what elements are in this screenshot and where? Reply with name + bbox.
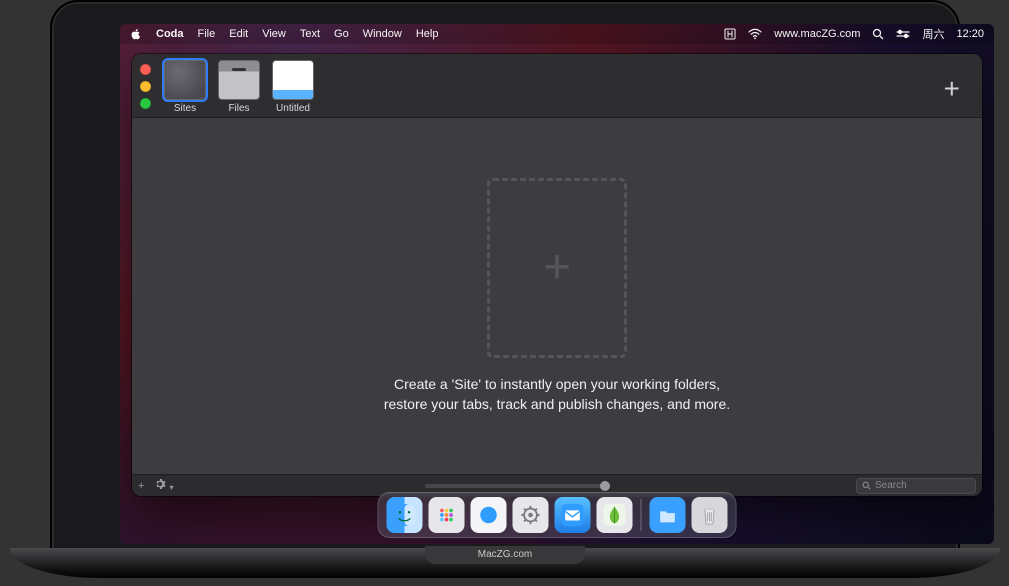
menu-edit[interactable]: Edit xyxy=(229,28,248,40)
tab-label: Sites xyxy=(174,103,196,114)
dock-separator xyxy=(641,499,642,531)
tab-doc-thumb: HTML xyxy=(272,60,314,100)
laptop-branding: MacZG.com xyxy=(425,546,585,564)
tab-sites[interactable]: Sites xyxy=(161,60,209,114)
hint-line: restore your tabs, track and publish cha… xyxy=(384,394,730,414)
screen: Coda File Edit View Text Go Window Help … xyxy=(120,24,994,544)
apple-menu-icon[interactable] xyxy=(130,28,142,40)
statusbar-add-button[interactable]: + xyxy=(138,480,144,492)
menu-file[interactable]: File xyxy=(198,28,216,40)
tab-files[interactable]: Files xyxy=(215,60,263,114)
dock-app-downloads[interactable] xyxy=(650,497,686,533)
window-close-button[interactable] xyxy=(140,64,151,75)
tab-label: Files xyxy=(228,103,249,114)
wifi-icon[interactable] xyxy=(748,28,762,40)
statusbar-settings-button[interactable]: ▾ xyxy=(154,478,173,493)
menu-help[interactable]: Help xyxy=(416,28,439,40)
toolbar: Sites Files HTML Untitled + xyxy=(132,54,982,118)
control-center-icon[interactable] xyxy=(896,29,910,39)
plus-icon: + xyxy=(944,73,960,104)
window-minimize-button[interactable] xyxy=(140,81,151,92)
laptop-frame: Coda File Edit View Text Go Window Help … xyxy=(50,0,960,555)
tab-sites-thumb xyxy=(164,60,206,100)
laptop-base: MacZG.com xyxy=(10,548,1000,578)
input-source-icon[interactable] xyxy=(724,28,736,40)
tab-bar: Sites Files HTML Untitled xyxy=(161,60,317,114)
dock-app-safari[interactable] xyxy=(471,497,507,533)
menu-text[interactable]: Text xyxy=(300,28,320,40)
menubar-app-name[interactable]: Coda xyxy=(156,28,184,40)
dock-app-coda[interactable] xyxy=(597,497,633,533)
content-area: + Create a 'Site' to instantly open your… xyxy=(132,118,982,474)
menu-view[interactable]: View xyxy=(262,28,286,40)
menubar-url[interactable]: www.macZG.com xyxy=(774,28,860,40)
spotlight-icon[interactable] xyxy=(872,28,884,40)
tab-label: Untitled xyxy=(276,103,310,114)
hint-line: Create a 'Site' to instantly open your w… xyxy=(384,374,730,394)
app-window: Sites Files HTML Untitled + xyxy=(132,54,982,496)
menu-window[interactable]: Window xyxy=(363,28,402,40)
menubar-day[interactable]: 周六 xyxy=(922,26,944,42)
tab-doc-badge: HTML xyxy=(273,90,313,99)
menubar-time[interactable]: 12:20 xyxy=(956,28,984,40)
add-site-button[interactable]: + xyxy=(930,73,974,105)
window-zoom-button[interactable] xyxy=(140,98,151,109)
dock-app-trash[interactable] xyxy=(692,497,728,533)
search-placeholder: Search xyxy=(875,480,907,491)
dock-app-launchpad[interactable] xyxy=(429,497,465,533)
tab-document[interactable]: HTML Untitled xyxy=(269,60,317,114)
search-field[interactable]: Search xyxy=(856,478,976,494)
dock-app-mail[interactable] xyxy=(555,497,591,533)
tab-files-thumb xyxy=(218,60,260,100)
dock-app-system-settings[interactable] xyxy=(513,497,549,533)
menubar: Coda File Edit View Text Go Window Help … xyxy=(120,24,994,44)
plus-icon: + xyxy=(543,244,571,292)
slider-knob[interactable] xyxy=(600,481,610,491)
create-site-dropzone[interactable]: + xyxy=(487,178,627,358)
dock xyxy=(378,492,737,538)
traffic-lights xyxy=(140,60,155,109)
empty-state-hint: Create a 'Site' to instantly open your w… xyxy=(384,374,730,415)
dock-app-finder[interactable] xyxy=(387,497,423,533)
menu-go[interactable]: Go xyxy=(334,28,349,40)
zoom-slider[interactable] xyxy=(425,484,605,488)
